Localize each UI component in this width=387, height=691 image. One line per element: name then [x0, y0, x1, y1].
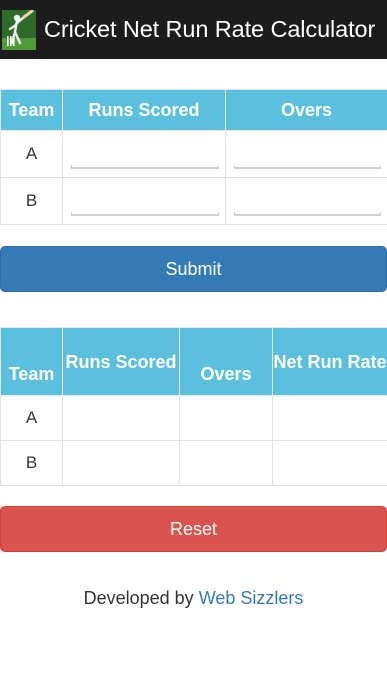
runs-scored-input-b[interactable] [71, 184, 219, 214]
input-table-header: Team Runs Scored Overs [0, 89, 387, 131]
footer: Developed by Web Sizzlers [0, 588, 387, 609]
table-row: A [0, 130, 387, 178]
web-sizzlers-link[interactable]: Web Sizzlers [199, 588, 304, 608]
team-label: A [0, 130, 63, 178]
reset-button[interactable]: Reset [0, 506, 387, 552]
result-overs [179, 440, 273, 486]
table-row: B [0, 177, 387, 225]
result-overs [179, 395, 273, 441]
overs-cell [225, 177, 387, 225]
result-table-header: Team Runs Scored Overs Net Run Rate [0, 327, 387, 396]
runs-scored-input-a[interactable] [71, 137, 219, 167]
input-table: Team Runs Scored Overs A B [0, 89, 387, 225]
input-underline [71, 212, 219, 216]
header-runs-scored: Runs Scored [62, 89, 226, 131]
result-net-run-rate [272, 395, 387, 441]
table-row: A [0, 395, 387, 441]
app-title: Cricket Net Run Rate Calculator [44, 16, 376, 42]
header-net-run-rate: Net Run Rate [272, 327, 387, 396]
input-underline [234, 165, 381, 169]
result-runs-scored [62, 440, 180, 486]
header-overs: Overs [225, 89, 387, 131]
header-team: Team [0, 327, 63, 396]
team-label: B [0, 440, 63, 486]
input-underline [71, 165, 219, 169]
header-runs-scored: Runs Scored [62, 327, 180, 396]
app-bar: Cricket Net Run Rate Calculator [0, 0, 387, 59]
footer-prefix: Developed by [83, 588, 194, 608]
header-team: Team [0, 89, 63, 131]
overs-input-b[interactable] [234, 184, 381, 214]
cricket-batsman-icon [2, 9, 36, 50]
submit-button[interactable]: Submit [0, 246, 387, 292]
overs-input-a[interactable] [234, 137, 381, 167]
result-runs-scored [62, 395, 180, 441]
result-net-run-rate [272, 440, 387, 486]
header-overs: Overs [179, 327, 273, 396]
runs-cell [62, 177, 226, 225]
team-label: B [0, 177, 63, 225]
table-row: B [0, 440, 387, 486]
input-underline [234, 212, 381, 216]
team-label: A [0, 395, 63, 441]
runs-cell [62, 130, 226, 178]
overs-cell [225, 130, 387, 178]
result-table: Team Runs Scored Overs Net Run Rate A B [0, 327, 387, 486]
